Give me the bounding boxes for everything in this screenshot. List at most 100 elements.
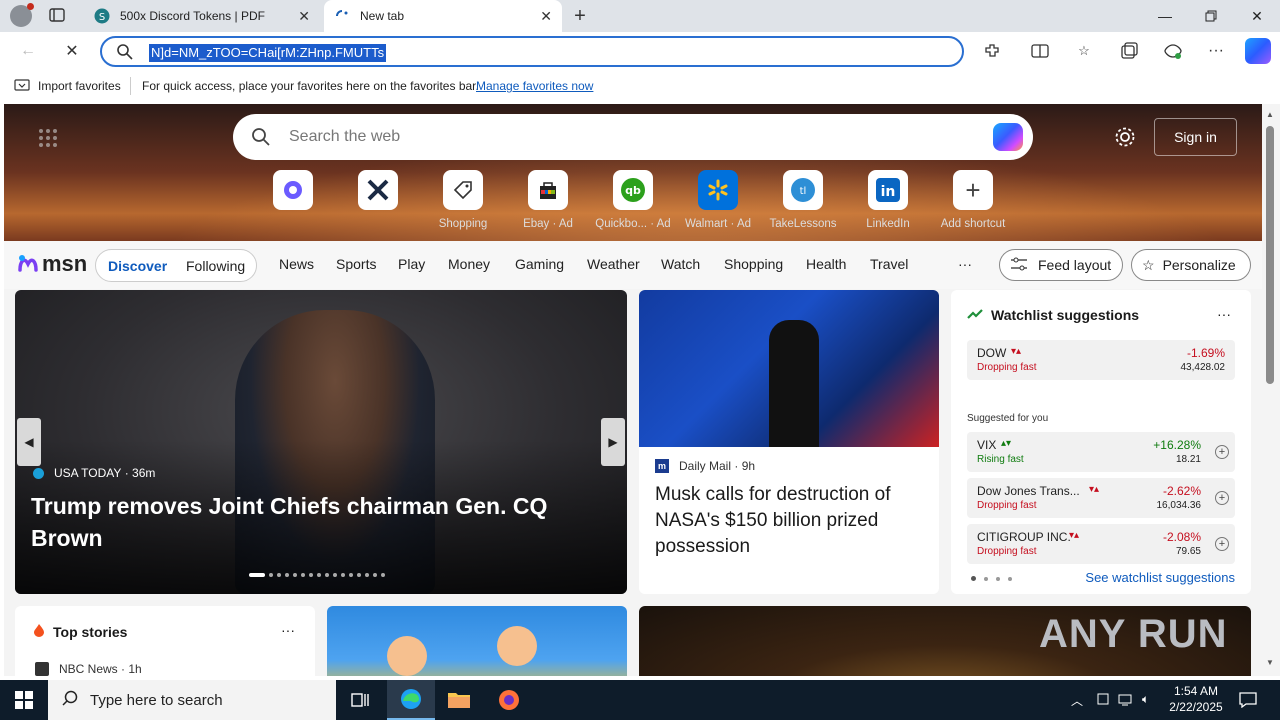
favorites-star-icon[interactable]: ☆ [1072, 40, 1096, 62]
top-story-item[interactable]: NBC News · 1h [35, 662, 142, 676]
nav-sports[interactable]: Sports [336, 256, 376, 272]
split-screen-icon[interactable] [1028, 40, 1052, 62]
nav-health[interactable]: Health [806, 256, 846, 272]
add-to-watchlist-button[interactable]: + [1215, 445, 1229, 459]
browser-essentials-icon[interactable] [1161, 40, 1185, 62]
quicklink-ebay[interactable]: Ebay · Ad [508, 170, 588, 230]
close-tab-icon[interactable]: ✕ [298, 8, 310, 25]
quicklink-add-shortcut[interactable]: + Add shortcut [933, 170, 1013, 230]
stock-row-vix[interactable]: VIX ▴▾ Rising fast +16.28% 18.21 + [967, 432, 1235, 472]
star-icon: ☆ [1142, 256, 1155, 273]
quicklink-takelessons[interactable]: tl TakeLessons [763, 170, 843, 230]
stock-change: +16.28% [1153, 438, 1201, 452]
manage-favorites-link[interactable]: Manage favorites now [476, 79, 593, 93]
cartoon-figure [497, 626, 537, 666]
page-scrollbar[interactable]: ▲ ▼ [1262, 104, 1280, 676]
tab-discord-tokens[interactable]: S 500x Discord Tokens | PDF ✕ [84, 0, 320, 32]
quickbooks-icon: qb [613, 170, 653, 210]
stop-loading-button[interactable]: ✕ [58, 38, 86, 64]
sign-in-button[interactable]: Sign in [1154, 118, 1237, 156]
svg-text:tl: tl [800, 186, 807, 197]
nav-watch[interactable]: Watch [661, 256, 700, 272]
nav-weather[interactable]: Weather [587, 256, 640, 272]
nav-play[interactable]: Play [398, 256, 425, 272]
tray-overflow-icon[interactable]: ︿ [1071, 692, 1083, 709]
add-to-watchlist-button[interactable]: + [1215, 491, 1229, 505]
collections-icon[interactable] [1117, 40, 1141, 62]
web-search-box[interactable]: Search the web [233, 114, 1033, 160]
task-view-icon[interactable] [336, 680, 384, 720]
edge-taskbar-icon[interactable] [387, 680, 435, 720]
taskbar-search-box[interactable]: Type here to search [48, 680, 336, 720]
start-button[interactable] [0, 680, 48, 720]
settings-more-icon[interactable]: ··· [1204, 40, 1228, 62]
carousel-dots [249, 573, 385, 577]
network-device-icon[interactable] [1096, 692, 1110, 709]
top-stories-more-icon[interactable]: ··· [281, 622, 295, 638]
nav-travel[interactable]: Travel [870, 256, 908, 272]
scroll-up-icon[interactable]: ▲ [1266, 110, 1274, 119]
extensions-icon[interactable] [980, 40, 1004, 62]
nav-gaming[interactable]: Gaming [515, 256, 564, 272]
stock-row-citigroup[interactable]: CITIGROUP INC. ▾▴ Dropping fast -2.08% 7… [967, 524, 1235, 564]
import-favorites-button[interactable]: Import favorites [38, 79, 121, 93]
taskbar: Type here to search ︿ 🔈︎ 1:54 AM 2/22/20… [0, 680, 1280, 720]
tab-discover[interactable]: Discover [108, 258, 167, 274]
promo-card[interactable] [327, 606, 627, 676]
volume-icon[interactable]: 🔈︎ [1142, 692, 1149, 707]
minimize-button[interactable]: — [1142, 0, 1188, 32]
close-tab-icon[interactable]: ✕ [540, 8, 552, 25]
quicklink-linkedin[interactable]: in LinkedIn [848, 170, 928, 230]
story-headline[interactable]: Musk calls for destruction of NASA's $15… [655, 482, 927, 560]
nav-money[interactable]: Money [448, 256, 490, 272]
quicklink-copilot[interactable] [253, 170, 333, 218]
file-explorer-icon[interactable] [435, 680, 483, 720]
scroll-down-icon[interactable]: ▼ [1266, 658, 1274, 667]
back-button[interactable]: ← [14, 38, 42, 64]
copilot-icon[interactable] [993, 123, 1023, 151]
watchlist-card: Watchlist suggestions ··· DOW ▾▴ Droppin… [951, 290, 1251, 594]
quicklink-shopping[interactable]: Shopping [423, 170, 503, 230]
stock-row-dow-jones-trans[interactable]: Dow Jones Trans... ▾▴ Dropping fast -2.6… [967, 478, 1235, 518]
network-icon[interactable] [1118, 692, 1134, 709]
nav-shopping[interactable]: Shopping [724, 256, 783, 272]
restore-button[interactable] [1188, 0, 1234, 32]
add-to-watchlist-button[interactable]: + [1215, 537, 1229, 551]
tab-actions-icon[interactable] [48, 7, 72, 25]
nav-news[interactable]: News [279, 256, 314, 272]
personalize-label: Personalize [1162, 257, 1236, 273]
notifications-icon[interactable] [1239, 692, 1257, 711]
clock[interactable]: 1:54 AM 2/22/2025 [1164, 683, 1228, 715]
tab-following[interactable]: Following [186, 258, 245, 274]
tab-new-tab[interactable]: New tab ✕ [324, 0, 562, 32]
quicklink-app[interactable] [338, 170, 418, 218]
scrollbar-thumb[interactable] [1266, 126, 1274, 384]
page-settings-icon[interactable] [1114, 126, 1136, 151]
watchlist-header: Watchlist suggestions [967, 307, 1139, 323]
copilot-icon[interactable] [1245, 38, 1271, 64]
carousel-next-button[interactable]: ▶ [601, 418, 625, 466]
watchlist-pager-dots[interactable] [971, 576, 1012, 581]
carousel-prev-button[interactable]: ◀ [17, 418, 41, 466]
lead-story-card[interactable]: ◀ ▶ USA TODAY · 36m Trump removes Joint … [15, 290, 627, 594]
personalize-button[interactable]: ☆ Personalize [1131, 249, 1251, 281]
stock-row-dow[interactable]: DOW ▾▴ Dropping fast -1.69% 43,428.02 [967, 340, 1235, 380]
apps-grid-icon[interactable] [38, 128, 58, 151]
profile-avatar[interactable] [10, 3, 34, 27]
close-window-button[interactable]: ✕ [1234, 0, 1280, 32]
feed-layout-button[interactable]: Feed layout [999, 249, 1123, 281]
nav-more-icon[interactable]: ··· [958, 256, 972, 272]
watchlist-more-icon[interactable]: ··· [1217, 306, 1231, 322]
quicklink-quickbooks[interactable]: qb Quickbo... · Ad [593, 170, 673, 230]
story-card[interactable]: m Daily Mail · 9h Musk calls for destruc… [639, 290, 939, 594]
address-text[interactable]: N]d=NM_zTOO=CHai[rM:ZHnp.FMUTTs [149, 44, 387, 62]
address-bar[interactable]: N]d=NM_zTOO=CHai[rM:ZHnp.FMUTTs [100, 36, 964, 67]
new-tab-button[interactable]: + [568, 5, 592, 27]
msn-logo-text: msn [42, 251, 88, 276]
firefox-icon[interactable] [485, 680, 533, 720]
video-card[interactable]: ANY RUN [639, 606, 1251, 676]
msn-logo[interactable]: msn [16, 251, 87, 277]
see-watchlist-link[interactable]: See watchlist suggestions [1085, 570, 1235, 585]
quicklink-walmart[interactable]: Walmart · Ad [678, 170, 758, 230]
lead-headline[interactable]: Trump removes Joint Chiefs chairman Gen.… [31, 490, 601, 554]
